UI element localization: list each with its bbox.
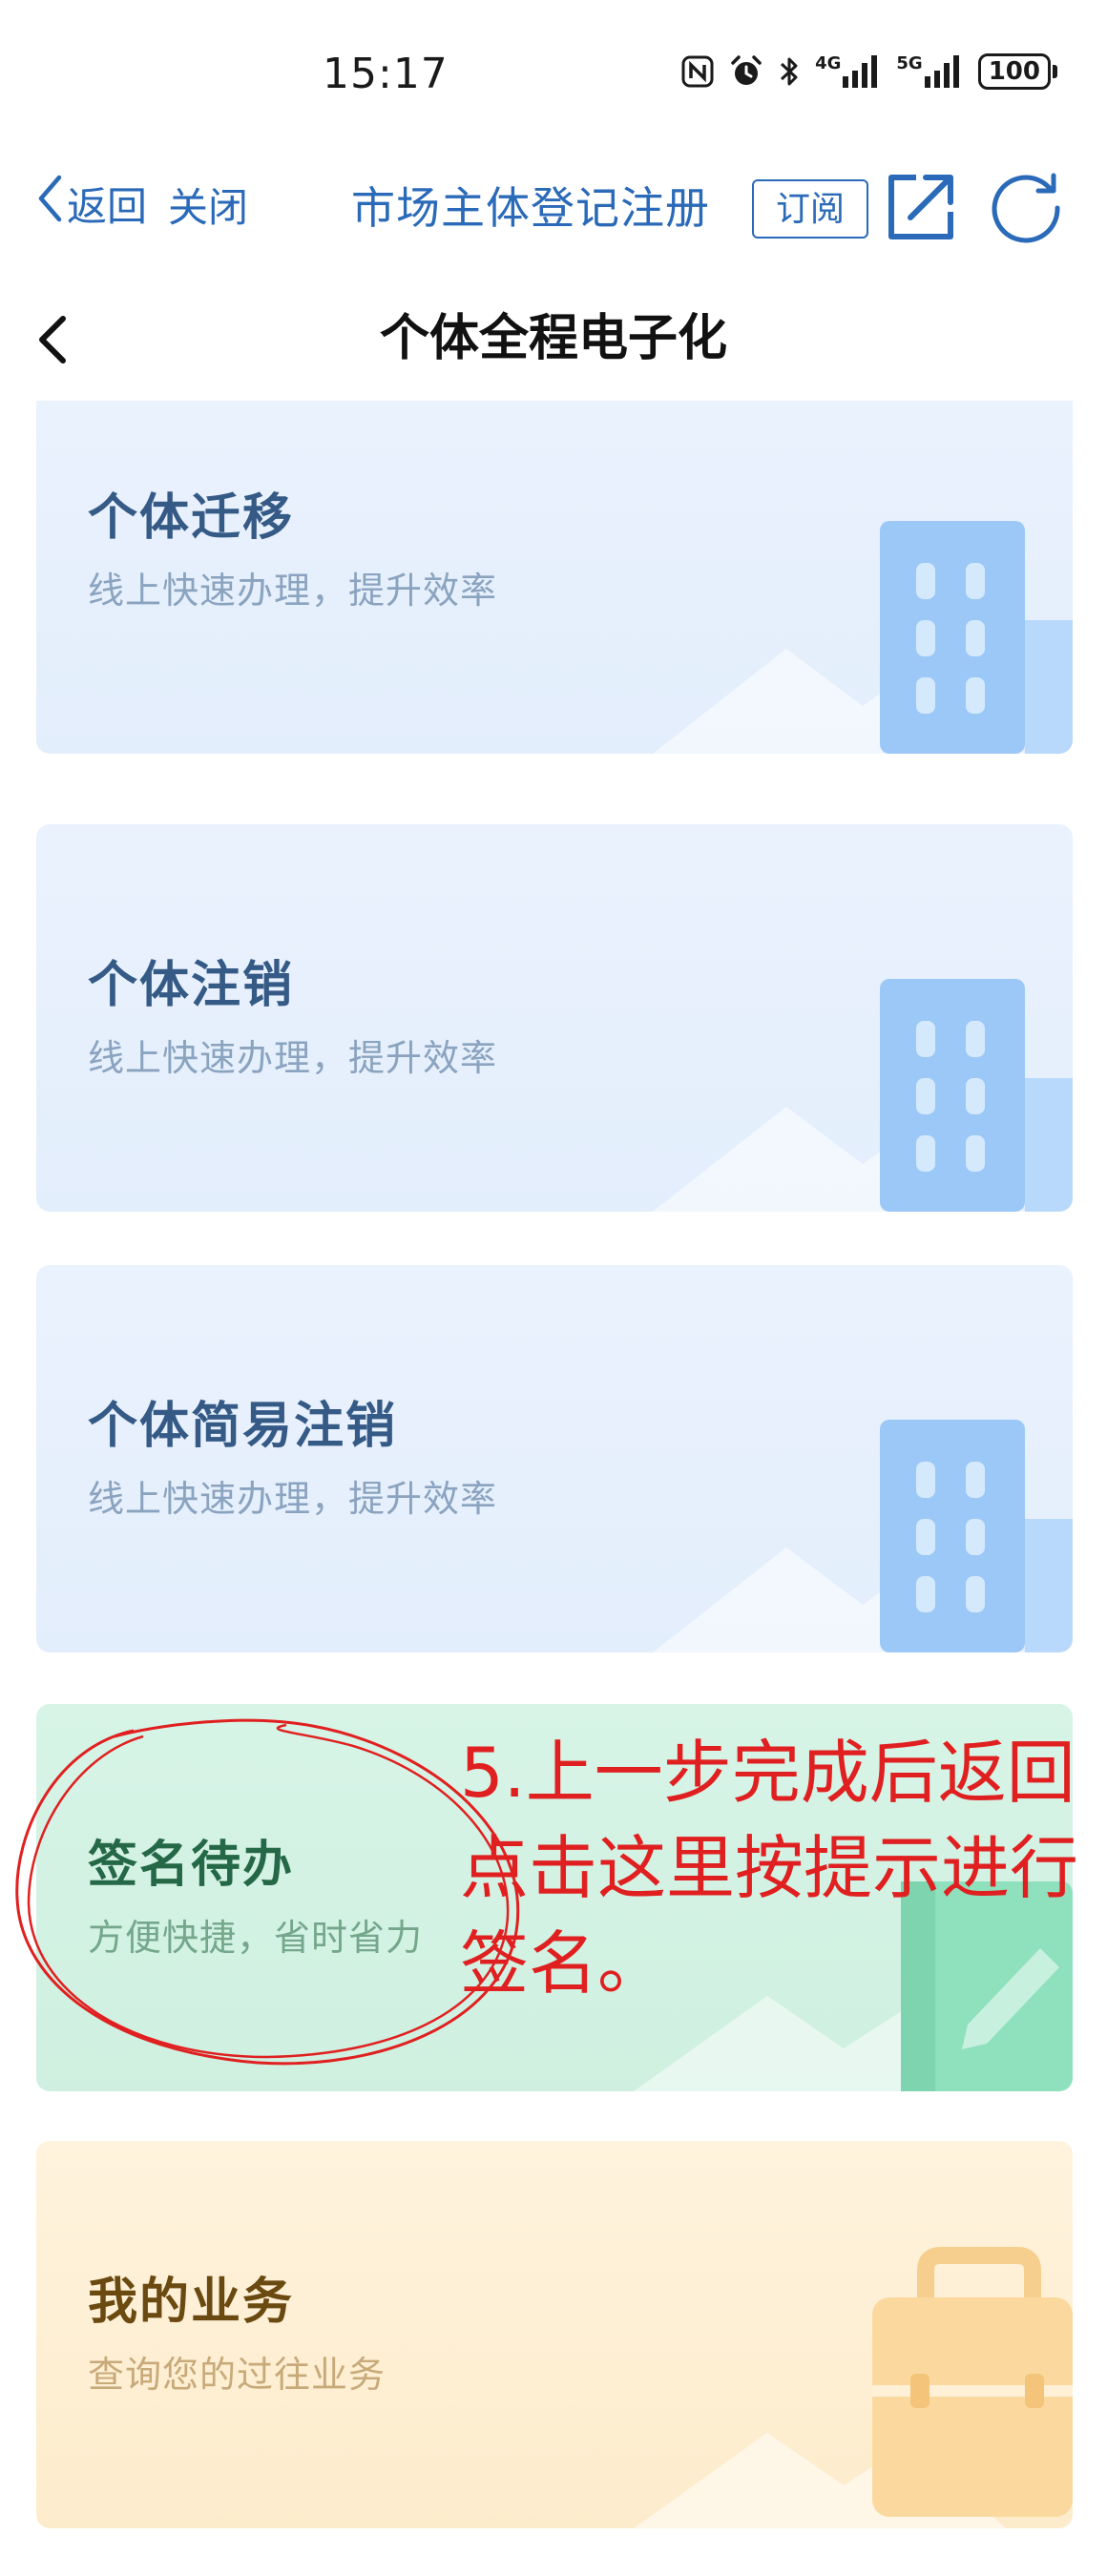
refresh-icon xyxy=(992,173,1060,243)
card-subtitle: 线上快速办理，提升效率 xyxy=(88,570,498,612)
card-title: 个体简易注销 xyxy=(88,1398,398,1455)
card-subtitle: 线上快速办理，提升效率 xyxy=(88,1037,498,1079)
building-icon xyxy=(653,979,1073,1212)
nfc-icon xyxy=(681,55,714,88)
app-bar: 返回 关闭 市场主体登记注册 订阅 xyxy=(0,153,1107,248)
service-card-my-business[interactable]: 我的业务 查询您的过往业务 xyxy=(36,2141,1073,2528)
signal-4g-label: 4G xyxy=(815,53,842,73)
briefcase-icon xyxy=(634,2247,1073,2528)
battery-icon: 100 xyxy=(977,53,1057,90)
close-button[interactable]: 关闭 xyxy=(168,176,248,234)
app-title: 市场主体登记注册 xyxy=(351,182,710,234)
building-icon xyxy=(653,1420,1073,1652)
annotation-line: 5.上一步完成后返回 xyxy=(460,1733,1076,1813)
back-button[interactable]: 返回 xyxy=(36,174,147,233)
bluetooth-icon xyxy=(779,54,800,89)
annotation-text: 5.上一步完成后返回 点击这里按提示进行 签名。 xyxy=(460,1725,1107,2011)
page-header: 个体全程电子化 xyxy=(0,277,1107,391)
subscribe-button[interactable]: 订阅 xyxy=(752,179,868,239)
alarm-icon xyxy=(729,54,763,89)
card-title: 个体迁移 xyxy=(88,489,295,547)
annotation-line: 点击这里按提示进行 xyxy=(460,1828,1079,1908)
card-subtitle: 查询您的过往业务 xyxy=(88,2354,386,2396)
signal-4g-icon: 4G xyxy=(815,55,881,88)
building-icon xyxy=(653,521,1073,754)
service-card-deregister[interactable]: 个体注销 线上快速办理，提升效率 xyxy=(36,824,1073,1212)
signal-5g-label: 5G xyxy=(896,53,923,73)
status-bar: 15:17 4G 5G 100 xyxy=(0,0,1107,143)
service-card-transfer[interactable]: 个体迁移 线上快速办理，提升效率 xyxy=(36,401,1073,754)
battery-level: 100 xyxy=(977,53,1051,90)
refresh-button[interactable] xyxy=(983,164,1069,250)
share-icon xyxy=(888,175,953,239)
card-subtitle: 线上快速办理，提升效率 xyxy=(88,1478,498,1520)
share-button[interactable] xyxy=(878,164,964,250)
card-title: 我的业务 xyxy=(88,2274,295,2331)
status-icons: 4G 5G 100 xyxy=(681,53,1057,90)
page-title: 个体全程电子化 xyxy=(379,310,727,367)
back-label: 返回 xyxy=(67,182,148,230)
card-title: 个体注销 xyxy=(88,957,295,1014)
card-title: 签名待办 xyxy=(88,1837,295,1894)
chevron-left-icon xyxy=(36,174,63,233)
signal-5g-icon: 5G xyxy=(896,55,962,88)
annotation-line: 签名。 xyxy=(460,1923,667,2004)
status-time: 15:17 xyxy=(323,50,449,98)
service-card-simple-deregister[interactable]: 个体简易注销 线上快速办理，提升效率 xyxy=(36,1265,1073,1652)
service-card-list: 个体迁移 线上快速办理，提升效率 个体注销 线上快速办理，提升效率 个体简易注销… xyxy=(0,401,1107,2576)
card-subtitle: 方便快捷，省时省力 xyxy=(88,1917,424,1959)
